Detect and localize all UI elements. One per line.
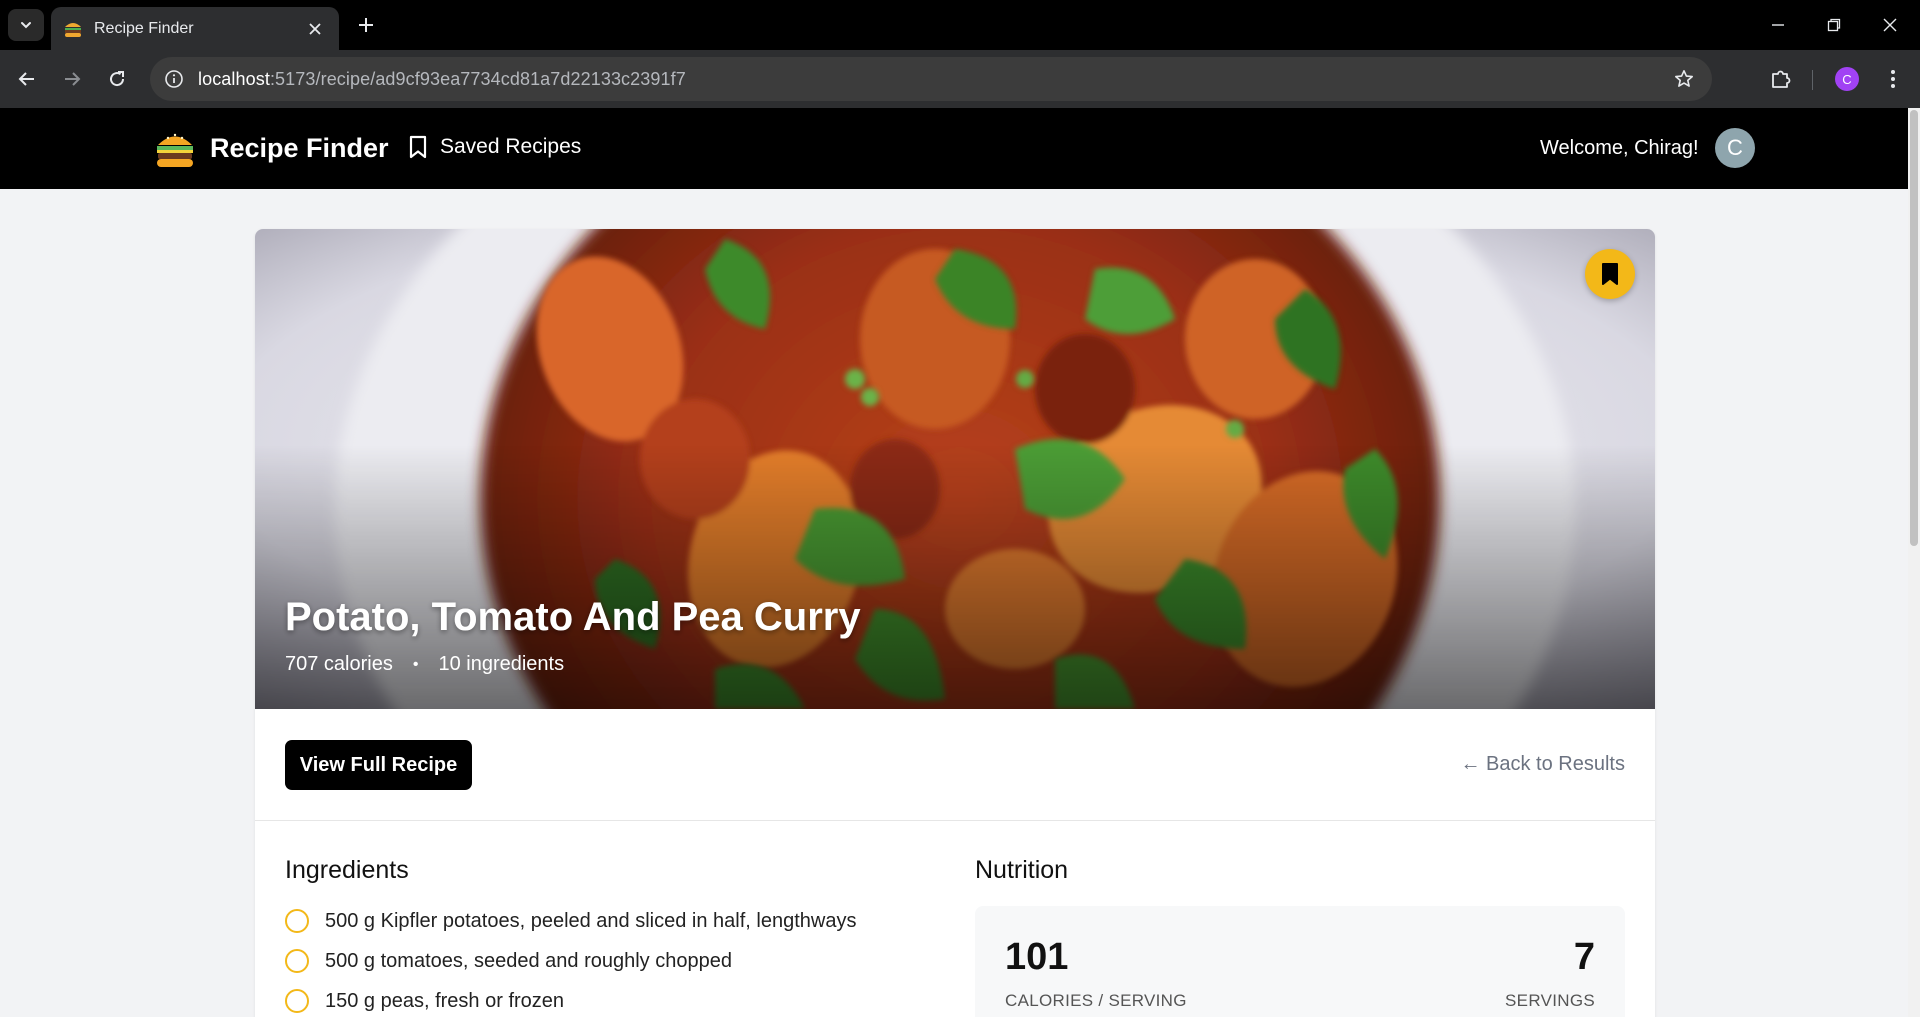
kebab-menu-icon	[1891, 70, 1895, 88]
welcome-text: Welcome, Chirag!	[1540, 137, 1699, 159]
back-button[interactable]	[11, 63, 43, 95]
meta-separator: •	[412, 655, 419, 673]
user-avatar[interactable]: C	[1715, 128, 1755, 168]
extensions-button[interactable]	[1765, 63, 1797, 95]
ingredient-item[interactable]: 500 g tomatoes, seeded and roughly chopp…	[285, 941, 856, 981]
page-scrollbar-thumb[interactable]	[1910, 110, 1918, 546]
ingredient-checkbox[interactable]	[285, 989, 309, 1013]
saved-recipes-label: Saved Recipes	[440, 135, 582, 158]
url-text[interactable]: localhost:5173/recipe/ad9cf93ea7734cd81a…	[198, 69, 686, 90]
recipe-meta: 707 calories • 10 ingredients	[285, 653, 564, 676]
forward-button[interactable]	[56, 63, 88, 95]
star-icon	[1675, 70, 1693, 87]
profile-button[interactable]: C	[1831, 63, 1863, 95]
tab-search-button[interactable]	[8, 9, 44, 41]
calories-per-serving-label: CALORIES / SERVING	[1005, 991, 1187, 1010]
ingredient-item[interactable]: 500 g Kipfler potatoes, peeled and slice…	[285, 901, 856, 941]
bookmark-star-button[interactable]	[1668, 63, 1700, 95]
ingredients-list: 500 g Kipfler potatoes, peeled and slice…	[285, 901, 856, 1017]
ingredients-count-text: 10 ingredients	[438, 653, 565, 675]
browser-menu-button[interactable]	[1877, 63, 1909, 95]
reload-icon	[110, 71, 125, 87]
arrow-left-icon	[18, 72, 34, 86]
tab-close-button[interactable]	[301, 15, 329, 43]
nutrition-panel: 101 CALORIES / SERVING 7 SERVINGS	[975, 906, 1625, 1017]
bookmark-toggle-button[interactable]	[1585, 249, 1635, 299]
minimize-button[interactable]	[1750, 0, 1806, 50]
new-tab-button[interactable]	[350, 9, 382, 41]
ingredient-item[interactable]: 150 g peas, fresh or frozen	[285, 981, 856, 1017]
tab-title: Recipe Finder	[94, 19, 194, 37]
nutrition-heading: Nutrition	[975, 856, 1069, 884]
url-path: :5173/recipe/ad9cf93ea7734cd81a7d22133c2…	[269, 68, 686, 89]
saved-recipes-link[interactable]: Saved Recipes	[408, 135, 581, 159]
bookmark-icon	[409, 135, 427, 159]
ingredient-text: 500 g tomatoes, seeded and roughly chopp…	[325, 949, 732, 972]
toolbar-separator	[1812, 70, 1813, 90]
address-bar[interactable]: localhost:5173/recipe/ad9cf93ea7734cd81a…	[150, 57, 1712, 101]
ingredients-heading: Ingredients	[285, 856, 409, 884]
ingredient-text: 500 g Kipfler potatoes, peeled and slice…	[325, 909, 857, 932]
burger-icon	[157, 133, 193, 167]
browser-tab-active[interactable]: Recipe Finder	[51, 7, 339, 50]
brand-link[interactable]: Recipe Finder	[156, 128, 389, 168]
close-window-button[interactable]	[1862, 0, 1918, 50]
recipe-actions: View Full Recipe ← Back to Results	[255, 709, 1655, 821]
close-icon	[309, 22, 321, 35]
servings-value: 7	[1573, 936, 1595, 978]
recipe-card: Potato, Tomato And Pea Curry 707 calorie…	[255, 229, 1655, 1017]
app-header: Recipe Finder Saved Recipes Welcome, Chi…	[0, 108, 1908, 189]
profile-avatar: C	[1835, 67, 1859, 91]
plus-icon	[359, 18, 373, 32]
calories-per-serving-value: 101	[1005, 936, 1069, 978]
ingredient-checkbox[interactable]	[285, 909, 309, 933]
browser-toolbar: localhost:5173/recipe/ad9cf93ea7734cd81a…	[0, 50, 1920, 108]
recipe-title: Potato, Tomato And Pea Curry	[285, 595, 861, 639]
view-full-recipe-button[interactable]: View Full Recipe	[285, 740, 472, 790]
ingredient-checkbox[interactable]	[285, 949, 309, 973]
restore-icon	[1827, 18, 1841, 32]
ingredient-text: 150 g peas, fresh or frozen	[325, 989, 565, 1012]
site-info-icon[interactable]	[156, 61, 192, 97]
restore-button[interactable]	[1806, 0, 1862, 50]
servings-label: SERVINGS	[1505, 991, 1595, 1010]
reload-button[interactable]	[101, 63, 133, 95]
browser-tab-strip: Recipe Finder	[0, 0, 1920, 50]
chevron-down-icon	[21, 22, 31, 29]
bookmark-filled-icon	[1602, 263, 1618, 285]
burger-icon	[65, 22, 81, 37]
recipe-hero: Potato, Tomato And Pea Curry 707 calorie…	[255, 229, 1655, 709]
arrow-right-icon	[65, 72, 81, 86]
brand-name: Recipe Finder	[210, 132, 389, 163]
back-to-results-link[interactable]: ← Back to Results	[1460, 753, 1625, 776]
puzzle-icon	[1772, 70, 1791, 88]
minimize-icon	[1772, 24, 1784, 26]
calories-text: 707 calories	[285, 653, 393, 675]
url-host: localhost	[198, 68, 270, 89]
close-icon	[1883, 18, 1897, 32]
